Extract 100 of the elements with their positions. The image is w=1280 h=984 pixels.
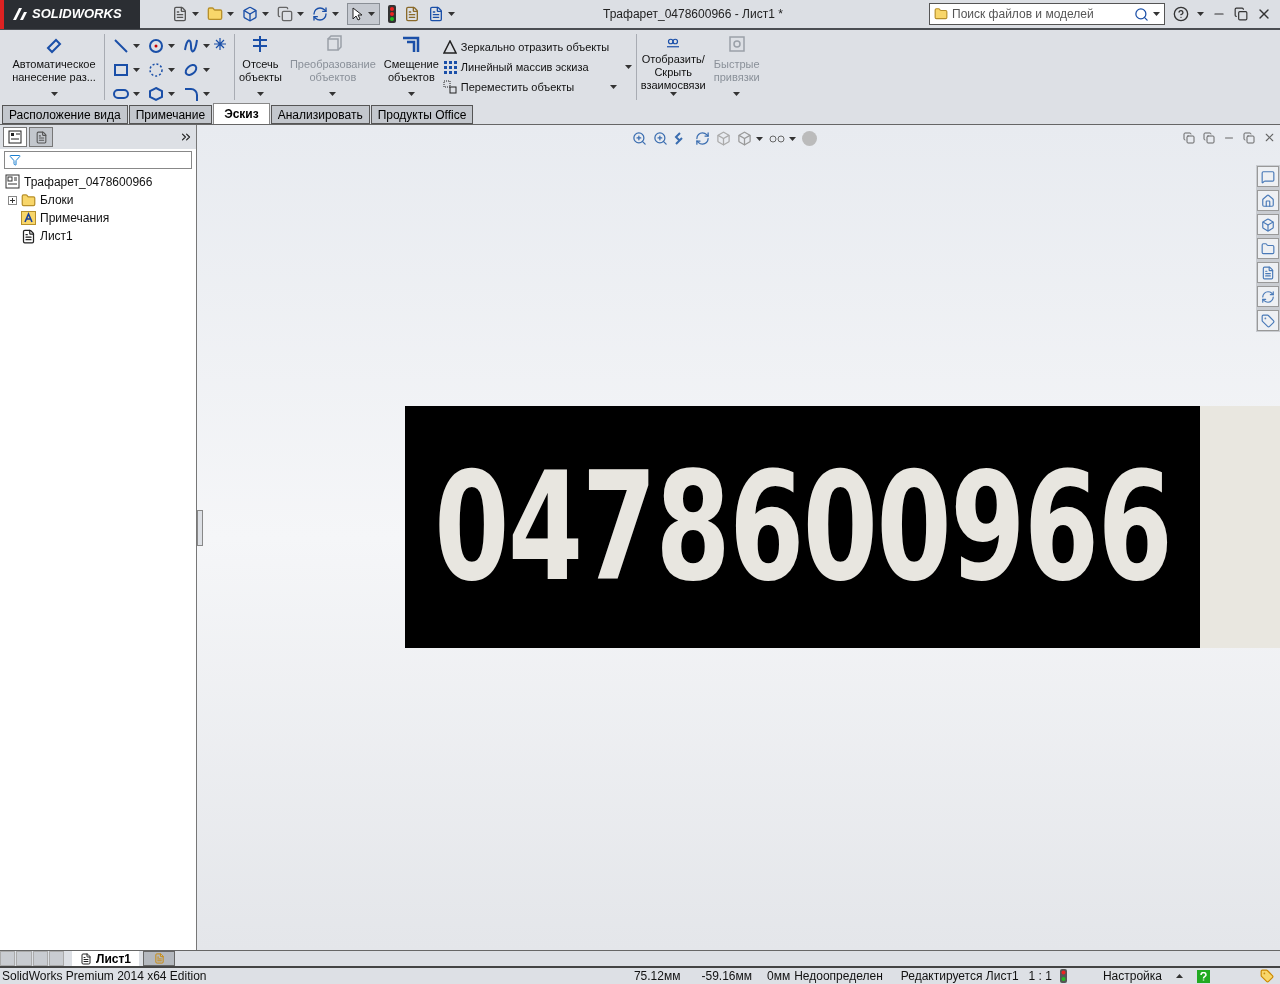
rebuild-icon[interactable] [695,131,710,146]
arc-icon[interactable] [148,62,164,78]
dropdown-caret-icon[interactable] [1197,12,1204,16]
command-tab[interactable]: Продукты Office [370,105,474,124]
options-icon[interactable] [404,6,420,22]
dropdown-caret-icon[interactable] [610,85,618,89]
property-tab[interactable] [29,127,53,147]
ribbon-button[interactable]: Отсечь объекты [235,30,286,100]
dropdown-caret-icon[interactable] [133,92,140,96]
tree-item[interactable]: Лист1 [40,227,73,245]
tree-item[interactable]: Блоки [40,191,74,209]
dropdown-caret-icon[interactable] [203,92,210,96]
slot-icon[interactable] [113,86,129,102]
dropdown-caret-icon[interactable] [448,12,455,16]
circle-icon[interactable] [148,38,164,54]
feature-tree-tab[interactable] [3,127,27,147]
stencil-number: 0478600966 [433,452,1172,602]
command-tab[interactable]: Эскиз [213,103,270,124]
fillet-icon[interactable] [183,86,199,102]
sheet-icon [80,952,92,965]
filter-field[interactable] [4,151,192,169]
tree-item[interactable]: Трафарет_0478600966 [24,173,153,191]
filter-icon [9,154,21,166]
new-document-icon[interactable] [172,6,188,22]
home-icon[interactable] [1257,190,1279,211]
ellipse-icon[interactable] [183,62,199,78]
zoom-area-icon[interactable] [653,131,668,146]
tile-left-icon[interactable] [1183,131,1195,144]
help-icon[interactable] [1173,6,1189,22]
dropdown-caret-icon[interactable] [133,68,140,72]
dropdown-caret-icon[interactable] [168,92,175,96]
dropdown-caret-icon[interactable] [168,68,175,72]
dropdown-caret-icon[interactable] [192,12,199,16]
dropdown-caret-icon[interactable] [168,44,175,48]
dropdown-caret-icon[interactable] [407,92,415,96]
tool-icon [726,34,747,54]
rectangle-icon[interactable] [113,62,129,78]
properties-icon[interactable] [1257,310,1279,331]
ribbon-button[interactable]: Автоматическое нанесение раз... [4,30,104,100]
product-label: SolidWorks Premium 2014 x64 Edition [1,968,207,984]
chat-icon[interactable] [1257,166,1279,187]
dropdown-caret-icon[interactable] [297,12,304,16]
traffic-light-icon[interactable] [388,5,396,23]
panel-splitter-handle[interactable] [197,510,203,546]
dropdown-caret-icon[interactable] [50,92,58,96]
ribbon-button[interactable]: Отобразить/Скрыть взаимосвязи [636,30,710,100]
point-icon[interactable] [214,38,226,50]
window-title: Трафарет_0478600966 - Лист1 * [603,6,783,23]
command-tab[interactable]: Примечание [128,105,213,124]
spline-icon[interactable] [183,38,199,54]
dropdown-caret-icon[interactable] [227,12,234,16]
ribbon-button[interactable]: Смещение объектов [379,30,443,100]
dropdown-caret-icon[interactable] [1153,12,1160,16]
ribbon-list-item[interactable]: Зеркально отразить объекты [442,40,610,54]
search-field[interactable]: Поиск файлов и моделей [929,3,1165,25]
add-sheet-button[interactable] [143,951,176,966]
traffic-light-icon[interactable] [1059,969,1067,983]
command-tab[interactable]: Анализировать [270,105,370,124]
annotation-icon [21,211,36,225]
dropdown-caret-icon[interactable] [203,68,210,72]
grid-pattern-icon [442,60,457,74]
dropdown-caret-icon[interactable] [133,44,140,48]
dropdown-caret-icon[interactable] [203,44,210,48]
dropdown-caret-icon[interactable] [789,136,796,141]
line-icon[interactable] [113,38,129,54]
search-icon[interactable] [1134,6,1149,22]
dropdown-caret-icon[interactable] [332,12,339,16]
folder-icon [21,192,36,208]
up-caret-icon[interactable] [1176,974,1183,978]
command-tab[interactable]: Расположение вида [2,105,128,124]
dropdown-caret-icon[interactable] [624,65,632,69]
sheet-tab[interactable]: Лист1 [72,951,140,966]
zoom-fit-icon[interactable] [632,131,647,146]
select-button[interactable] [347,3,380,25]
editing-status: Редактируется Лист1 [900,968,1019,984]
ribbon-list-item[interactable]: Линейный массив эскиза [442,60,589,74]
tile-right-icon[interactable] [1203,131,1215,144]
dropdown-caret-icon[interactable] [256,92,264,96]
y-coordinate: -59.16мм [701,968,752,984]
property-icon [34,130,48,144]
tree-item[interactable]: Примечания [40,209,110,227]
sheet-icon [21,228,36,244]
restore-icon[interactable] [1234,7,1248,21]
folder-icon[interactable] [1257,238,1279,259]
document-icon[interactable] [1257,262,1279,283]
folder-icon [934,7,948,21]
expand-icon[interactable] [8,195,17,205]
definition-status: Недоопределен [794,968,883,984]
dropdown-caret-icon[interactable] [756,136,763,141]
polygon-icon[interactable] [148,86,164,102]
dropdown-caret-icon[interactable] [669,92,677,96]
close-icon[interactable] [1263,131,1276,144]
dropdown-caret-icon[interactable] [262,12,269,16]
move-icon [442,80,457,94]
ribbon-list-item[interactable]: Переместить объекты [442,80,575,94]
units-button[interactable]: Настройка [1102,967,1162,984]
dropdown-caret-icon[interactable] [368,12,375,16]
glasses-icon[interactable] [769,133,785,144]
expand-panel-icon[interactable] [179,130,193,144]
app-logo[interactable]: SOLIDWORKS [0,0,140,29]
